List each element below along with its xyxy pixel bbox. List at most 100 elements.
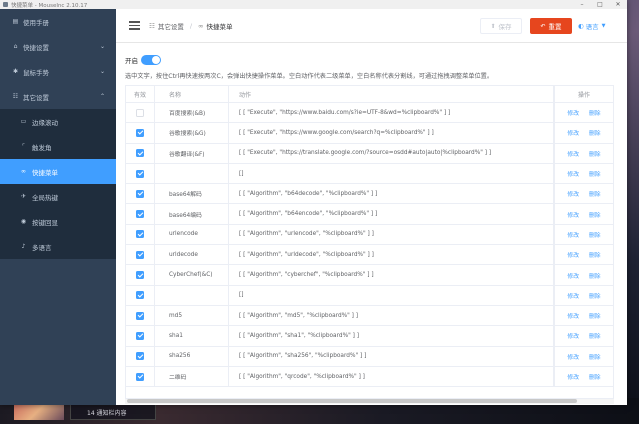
app-icon [3,2,8,7]
delete-link[interactable]: 删除 [589,352,601,361]
minimize-button[interactable]: – [573,0,591,9]
sidebar-subitem-4[interactable]: ◉ 按键回显 [0,209,116,234]
row-action: [ [ "Algorithm", "urldecode", "%clipboar… [229,245,554,265]
delete-link[interactable]: 删除 [589,169,601,178]
delete-link[interactable]: 删除 [589,372,601,381]
breadcrumb-parent[interactable]: 其它设置 [158,21,184,31]
delete-link[interactable]: 删除 [589,108,601,117]
row-enabled-checkbox[interactable] [136,331,144,340]
table-row[interactable]: 谷歌搜索(&G)[ [ "Execute", "https://www.goog… [126,123,613,144]
menu-icon[interactable] [129,19,140,32]
sidebar-item-3[interactable]: ☷ 其它设置 ⌃ [0,84,116,109]
edit-link[interactable]: 修改 [567,108,579,117]
edit-link[interactable]: 修改 [567,149,579,158]
delete-link[interactable]: 删除 [589,291,601,300]
table-row[interactable]: [] 修改 删除 [126,163,613,185]
row-enabled-checkbox[interactable] [136,372,144,381]
row-ops: 修改 删除 [554,224,613,245]
edit-link[interactable]: 修改 [567,331,579,340]
edit-link[interactable]: 修改 [567,311,579,320]
sidebar-subitem-label: 边缘滚动 [32,118,58,127]
sidebar-subitem-label: 快捷菜单 [32,168,58,177]
edit-link[interactable]: 修改 [567,128,579,137]
chevron-down-icon: ⌄ [99,43,105,50]
edit-link[interactable]: 修改 [567,210,579,219]
breadcrumb-current: 快捷菜单 [206,22,233,31]
edit-link[interactable]: 修改 [567,250,579,259]
edit-link[interactable]: 修改 [567,352,579,361]
table-row[interactable]: [] 修改 删除 [126,285,613,306]
row-ops: 修改 删除 [554,326,613,346]
undo-icon: ↶ [540,22,546,30]
row-enabled-checkbox[interactable] [136,230,144,239]
delete-link[interactable]: 删除 [589,128,601,137]
delete-link[interactable]: 删除 [589,271,601,280]
sliders-icon: ☷ [149,21,155,30]
delete-link[interactable]: 删除 [589,311,601,320]
sidebar-subitem-label: 全局热键 [32,193,58,202]
table-row[interactable]: 二维码[ [ "Algorithm", "qrcode", "%clipboar… [126,366,613,388]
row-enabled-checkbox[interactable] [136,128,144,137]
sidebar-subitem-3[interactable]: ✈ 全局热键 [0,184,116,209]
sidebar-subitem-5[interactable]: ♪ 多语言 [0,234,116,259]
row-enabled-cell [126,326,155,346]
row-enabled-checkbox[interactable] [136,352,144,361]
row-enabled-checkbox[interactable] [136,189,144,198]
table-row[interactable]: urlencode[ [ "Algorithm", "urlencode", "… [126,224,613,246]
edit-link[interactable]: 修改 [567,189,579,198]
sidebar-item-0[interactable]: ▤ 使用手册 [0,9,116,34]
table-row[interactable]: md5[ [ "Algorithm", "md5", "%clipboard%"… [126,305,613,327]
table-body: 百度搜索(&B)[ [ "Execute", "https://www.baid… [126,103,613,388]
edit-link[interactable]: 修改 [567,169,579,178]
table-row[interactable]: 谷歌翻译(&F)[ [ "Execute", "https://translat… [126,143,613,164]
delete-link[interactable]: 删除 [589,189,601,198]
column-enabled: 有效 [126,86,155,102]
row-name: sha1 [155,326,229,346]
table-row[interactable]: CyberChef(&C)[ [ "Algorithm", "cyberchef… [126,265,613,286]
delete-link[interactable]: 删除 [589,230,601,239]
row-name: urldecode [155,245,229,265]
sidebar-subitem-1[interactable]: ⌜ 触发角 [0,134,116,159]
delete-link[interactable]: 删除 [589,149,601,158]
sidebar-item-label: 其它设置 [23,93,49,102]
edit-link[interactable]: 修改 [567,372,579,381]
reset-button[interactable]: ↶ 重置 [530,18,572,34]
row-enabled-checkbox[interactable] [136,291,144,300]
sidebar-subitem-2[interactable]: ∞ 快捷菜单 [0,159,116,184]
horizontal-scrollbar[interactable] [125,399,614,404]
close-button[interactable]: ✕ [609,0,627,9]
enable-switch[interactable] [141,55,161,65]
table-row[interactable]: 百度搜索(&B)[ [ "Execute", "https://www.baid… [126,103,613,124]
edit-link[interactable]: 修改 [567,230,579,239]
sidebar-subitem-0[interactable]: ▭ 边缘滚动 [0,109,116,134]
table-row[interactable]: base64解码[ [ "Algorithm", "b64decode", "%… [126,184,613,205]
row-enabled-cell [126,245,155,265]
edit-link[interactable]: 修改 [567,271,579,280]
save-button[interactable]: ⬆ 保存 [480,18,522,34]
language-dropdown[interactable]: ◐ 语言 ▼ [578,21,606,31]
title-bar[interactable]: 快捷菜单 - MouseInc 2.10.17 – □ ✕ [0,0,627,9]
row-enabled-checkbox[interactable] [136,149,144,158]
sidebar-item-2[interactable]: ✱ 鼠标手势 ⌄ [0,59,116,84]
row-enabled-checkbox[interactable] [136,271,144,280]
maximize-button[interactable]: □ [591,0,609,9]
row-enabled-checkbox[interactable] [136,169,144,178]
row-name: CyberChef(&C) [155,265,229,285]
edit-link[interactable]: 修改 [567,291,579,300]
table-row[interactable]: sha256[ [ "Algorithm", "sha256", "%clipb… [126,346,613,367]
reset-button-label: 重置 [548,23,562,31]
row-enabled-checkbox[interactable] [136,311,144,320]
delete-link[interactable]: 删除 [589,331,601,340]
upload-icon: ⬆ [490,22,496,30]
delete-link[interactable]: 删除 [589,250,601,259]
row-enabled-checkbox[interactable] [136,210,144,219]
row-enabled-checkbox[interactable] [136,108,144,117]
table-row[interactable]: sha1[ [ "Algorithm", "sha1", "%clipboard… [126,326,613,347]
table-row[interactable]: base64编码[ [ "Algorithm", "b64encode", "%… [126,204,613,225]
home-icon: ⌂ [13,43,18,50]
row-name: base64解码 [155,184,229,204]
delete-link[interactable]: 删除 [589,210,601,219]
table-row[interactable]: urldecode[ [ "Algorithm", "urldecode", "… [126,245,613,266]
sidebar-item-1[interactable]: ⌂ 快捷设置 ⌄ [0,34,116,59]
row-enabled-checkbox[interactable] [136,250,144,259]
